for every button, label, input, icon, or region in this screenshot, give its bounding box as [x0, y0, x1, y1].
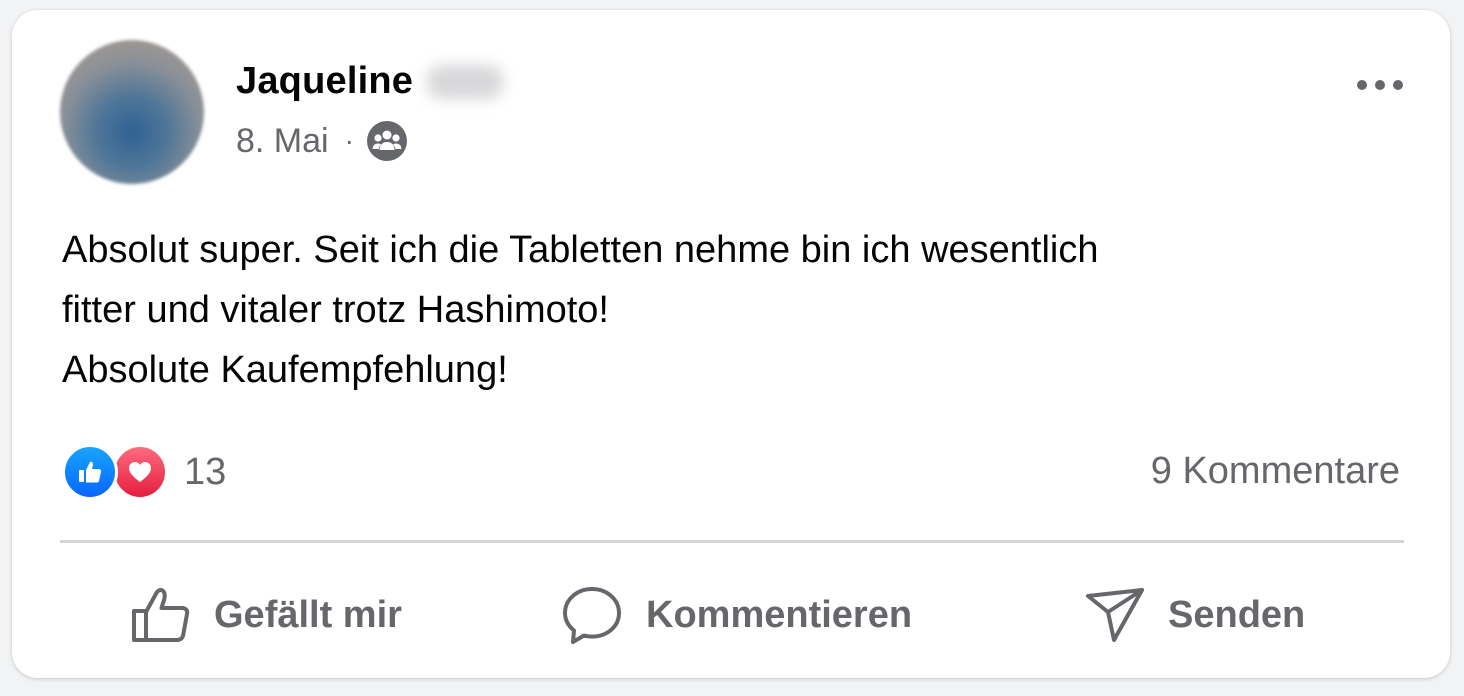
author-name[interactable]: Jaqueline	[236, 60, 413, 103]
love-reaction-icon	[112, 444, 168, 500]
post-header: Jaqueline	[236, 60, 504, 103]
send-button[interactable]: Senden	[1084, 570, 1305, 660]
thumbs-up-icon	[132, 588, 190, 642]
post-text-line: fitter und vitaler trotz Hashimoto!	[62, 289, 609, 331]
comment-bubble-icon	[563, 587, 621, 644]
like-button[interactable]: Gefällt mir	[130, 570, 402, 660]
comments-count-link[interactable]: 9 Kommentare	[1151, 450, 1400, 493]
send-button-label: Senden	[1168, 593, 1306, 636]
divider	[60, 540, 1404, 543]
post-meta: 8. Mai ·	[236, 120, 408, 162]
like-reaction-icon	[62, 444, 118, 500]
comment-button-label: Kommentieren	[646, 593, 913, 636]
post-card: Jaqueline 8. Mai · Absolut super. Seit i…	[12, 10, 1450, 678]
avatar[interactable]	[60, 40, 204, 184]
post-text-line: Absolute Kaufempfehlung!	[62, 349, 508, 391]
send-icon	[1086, 588, 1144, 642]
post-date[interactable]: 8. Mai	[236, 122, 329, 161]
reactions-summary[interactable]: 13	[62, 444, 226, 500]
action-bar: Gefällt mir Kommentieren Senden	[12, 570, 1450, 660]
reaction-count: 13	[184, 450, 227, 493]
comment-button[interactable]: Kommentieren	[560, 570, 912, 660]
post-text-line: Absolut super. Seit ich die Tabletten ne…	[62, 229, 1099, 271]
more-options-icon[interactable]	[1352, 70, 1412, 100]
post-text: Absolut super. Seit ich die Tabletten ne…	[62, 220, 1402, 400]
like-button-label: Gefällt mir	[214, 593, 402, 636]
blurred-surname	[427, 64, 504, 99]
friends-icon	[366, 121, 407, 161]
meta-separator: ·	[344, 125, 354, 156]
